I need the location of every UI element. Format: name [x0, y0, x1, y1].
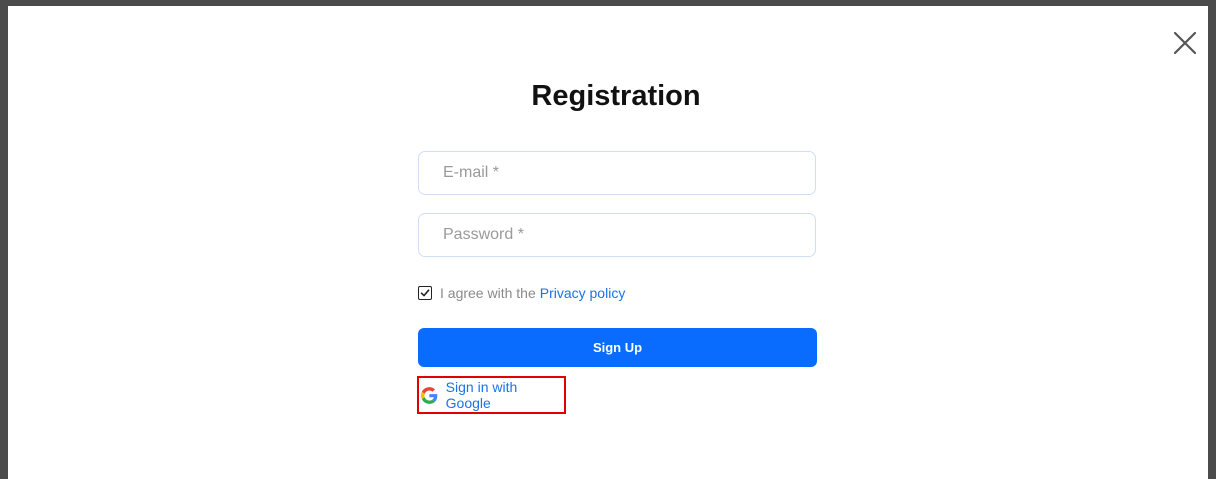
sign-up-button[interactable]: Sign Up [418, 328, 817, 367]
google-sign-in-label: Sign in with Google [445, 379, 518, 411]
close-button[interactable] [1168, 26, 1202, 60]
registration-modal: Registration I agree with the Privacy po… [0, 0, 1216, 479]
privacy-policy-link[interactable]: Privacy policy [540, 285, 626, 301]
agree-checkbox[interactable] [418, 286, 432, 300]
close-icon [1173, 31, 1197, 55]
modal-title: Registration [531, 80, 701, 112]
password-field[interactable] [418, 213, 816, 257]
google-sign-in-link[interactable]: Sign in with Google [417, 376, 566, 414]
agree-text: I agree with the [440, 285, 536, 301]
privacy-agreement: I agree with the Privacy policy [418, 284, 625, 302]
email-field[interactable] [418, 151, 816, 195]
checkmark-icon [420, 289, 430, 297]
google-icon [421, 386, 438, 404]
